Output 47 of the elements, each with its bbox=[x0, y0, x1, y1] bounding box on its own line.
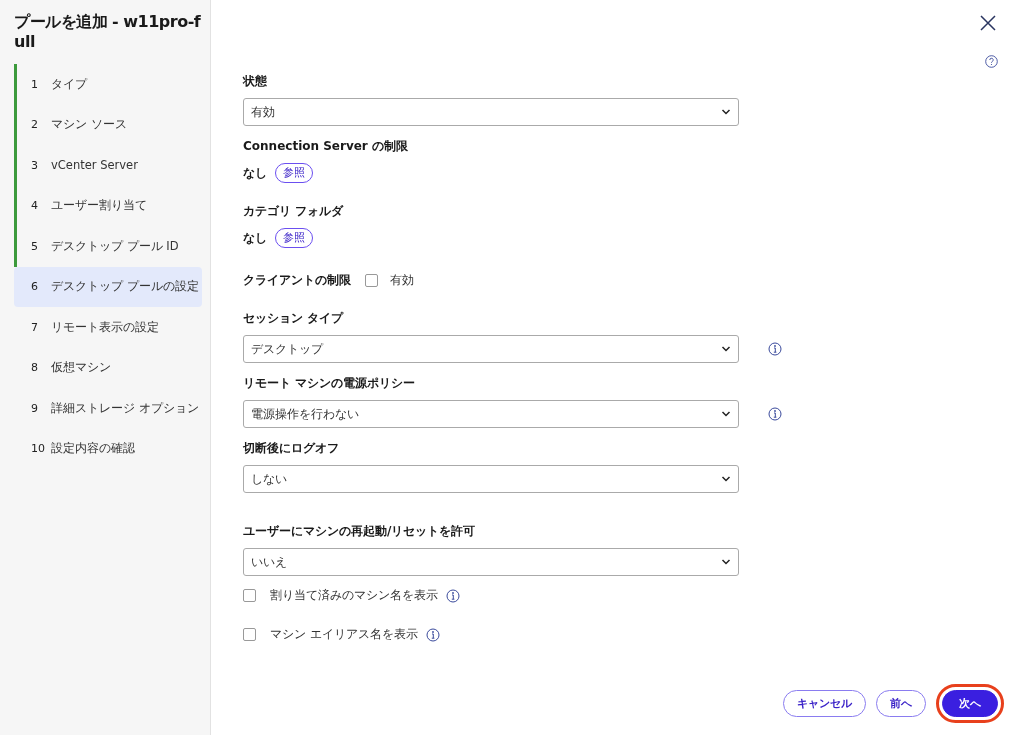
secondary-button[interactable]: 前へ bbox=[876, 690, 926, 717]
checkbox[interactable] bbox=[365, 273, 378, 287]
chevron-down-icon bbox=[721, 476, 731, 482]
wizard-step[interactable]: 2 マシン ソース bbox=[14, 104, 202, 145]
chevron-down-icon bbox=[721, 559, 731, 565]
field-label: ユーザーにマシンの再起動/リセットを許可 bbox=[243, 523, 477, 539]
field-label: 切断後にログオフ bbox=[243, 440, 340, 456]
dropdown[interactable]: いいえ bbox=[243, 548, 739, 576]
checkbox-label: 割り当て済みのマシン名を表示 bbox=[270, 588, 438, 603]
field-label: セッション タイプ bbox=[243, 310, 345, 326]
wizard-step[interactable]: 10 設定内容の確認 bbox=[14, 428, 202, 469]
wizard-step[interactable]: 9 詳細ストレージ オプション bbox=[14, 388, 202, 429]
field-value: なし bbox=[243, 229, 267, 247]
chevron-down-icon bbox=[721, 411, 731, 417]
chevron-down-icon bbox=[721, 109, 731, 115]
wizard-step[interactable]: 8 仮想マシン bbox=[14, 347, 202, 388]
checkbox[interactable] bbox=[243, 589, 256, 602]
info-icon[interactable] bbox=[768, 342, 782, 356]
wizard-step[interactable]: 1 タイプ bbox=[14, 64, 202, 105]
help-icon[interactable] bbox=[985, 55, 998, 68]
field-value: なし bbox=[243, 164, 267, 182]
field-label: 状態 bbox=[243, 73, 268, 89]
wizard-step[interactable]: 3 vCenter Server bbox=[14, 145, 202, 186]
dialog-title: プールを追加 - w11pro-full bbox=[14, 12, 202, 52]
info-icon[interactable] bbox=[768, 407, 782, 421]
checkbox[interactable] bbox=[243, 628, 256, 641]
wizard-step[interactable]: 4 ユーザー割り当て bbox=[14, 185, 202, 226]
wizard-step[interactable]: 7 リモート表示の設定 bbox=[14, 307, 202, 348]
dropdown[interactable]: デスクトップ bbox=[243, 335, 739, 363]
chevron-down-icon bbox=[721, 346, 731, 352]
wizard-step[interactable]: 6 デスクトップ プールの設定 bbox=[14, 266, 202, 307]
checkbox-label: 有効 bbox=[390, 272, 414, 288]
field-label: カテゴリ フォルダ bbox=[243, 203, 345, 219]
next-button[interactable]: 次へ bbox=[942, 690, 998, 717]
field-label: クライアントの制限 bbox=[243, 272, 351, 288]
dropdown[interactable]: 有効 bbox=[243, 98, 739, 126]
browse-button[interactable]: 参照 bbox=[275, 163, 313, 183]
info-icon[interactable] bbox=[425, 627, 440, 642]
dropdown[interactable]: しない bbox=[243, 465, 739, 493]
field-label: Connection Server の制限 bbox=[243, 138, 409, 154]
close-icon[interactable] bbox=[980, 15, 996, 31]
info-icon[interactable] bbox=[446, 588, 460, 603]
browse-button[interactable]: 参照 bbox=[275, 228, 313, 248]
secondary-button[interactable]: キャンセル bbox=[783, 690, 866, 717]
checkbox-label: マシン エイリアス名を表示 bbox=[270, 627, 418, 642]
dropdown[interactable]: 電源操作を行わない bbox=[243, 400, 739, 428]
field-label: リモート マシンの電源ポリシー bbox=[243, 375, 417, 391]
